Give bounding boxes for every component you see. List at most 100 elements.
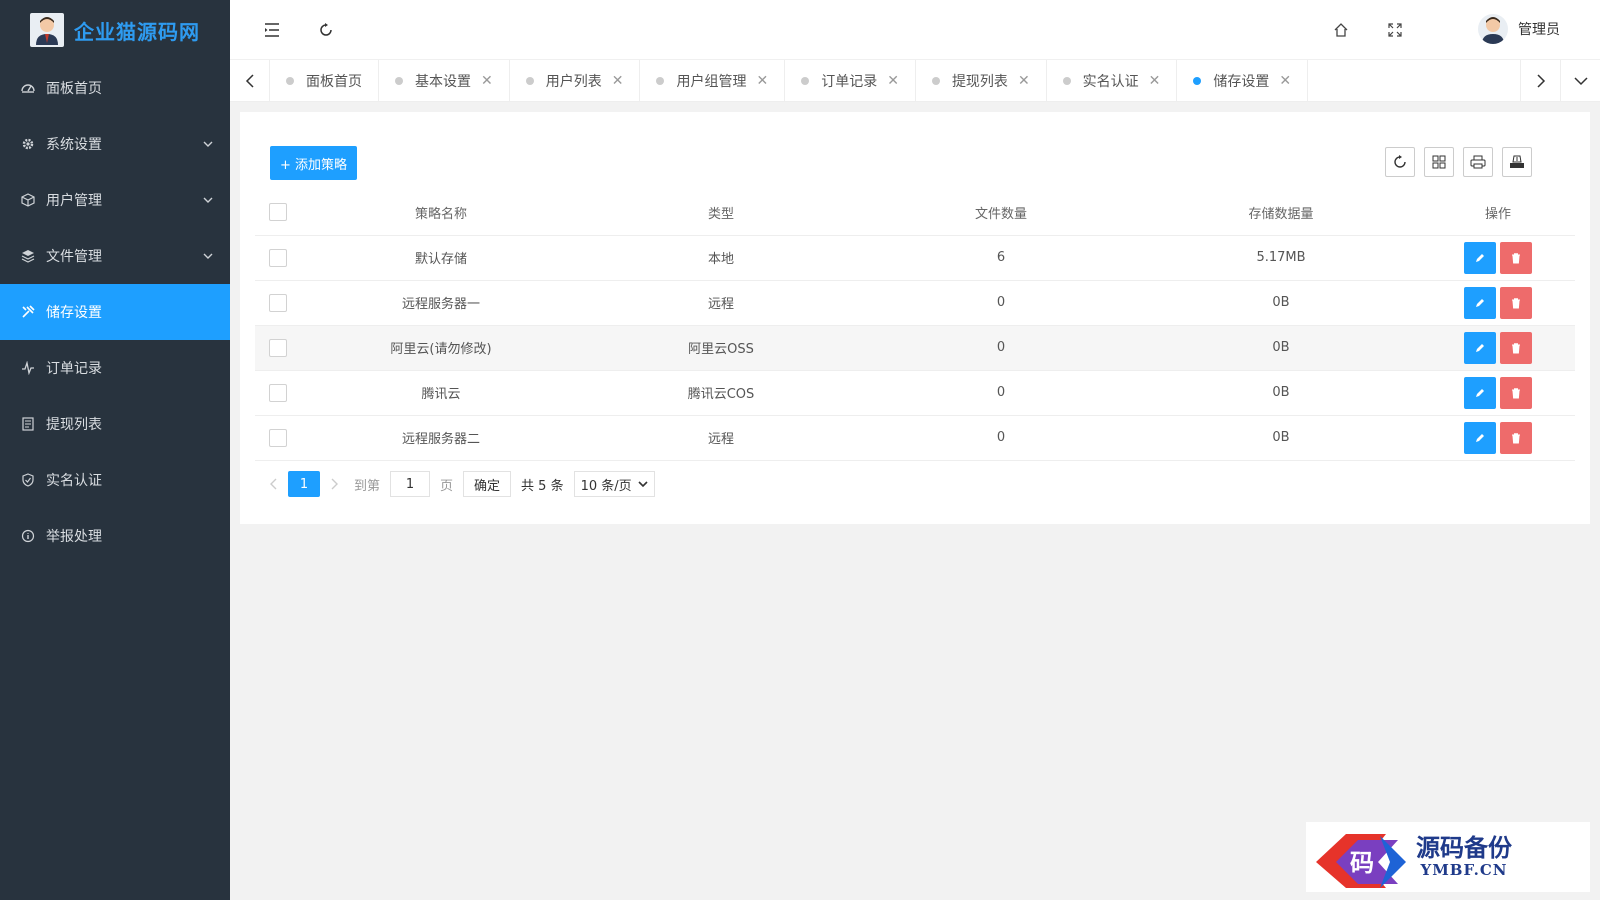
goto-page-input[interactable]: 1 bbox=[390, 471, 431, 497]
watermark-glyph: 码 bbox=[1350, 848, 1374, 877]
page-current[interactable]: 1 bbox=[288, 471, 320, 497]
sidebar-item-5[interactable]: 订单记录 bbox=[0, 340, 230, 396]
close-icon[interactable]: ✕ bbox=[887, 73, 899, 89]
row-checkbox[interactable] bbox=[269, 248, 287, 267]
pencil-icon bbox=[1476, 298, 1484, 307]
trash-icon bbox=[1512, 297, 1520, 308]
row-checkbox[interactable] bbox=[269, 293, 287, 312]
edit-button[interactable] bbox=[1464, 421, 1496, 454]
tab-3[interactable]: 用户组管理 ✕ bbox=[640, 60, 786, 102]
edit-button[interactable] bbox=[1464, 376, 1496, 409]
pencil-icon bbox=[1476, 343, 1484, 352]
page-size-select[interactable]: 10 条/页 bbox=[573, 471, 655, 497]
user-menu[interactable]: 管理员 bbox=[1478, 14, 1560, 44]
sidebar-item-3[interactable]: 文件管理 bbox=[0, 228, 230, 284]
list-doc-icon bbox=[20, 416, 36, 432]
tabs-next-button[interactable] bbox=[1520, 60, 1560, 102]
user-name: 管理员 bbox=[1518, 22, 1560, 38]
tab-label: 用户列表 bbox=[545, 74, 602, 90]
sidebar-item-label: 面板首页 bbox=[46, 81, 102, 97]
table-row[interactable]: 阿里云(请勿修改) 阿里云OSS 0 0B bbox=[255, 325, 1575, 371]
policy-name: 远程服务器二 bbox=[301, 415, 581, 461]
column-header[interactable]: 存储数据量 bbox=[1141, 190, 1421, 236]
total-count: 共 5 条 bbox=[521, 478, 564, 494]
close-icon[interactable]: ✕ bbox=[481, 73, 493, 89]
tab-label: 实名认证 bbox=[1082, 74, 1139, 90]
tabs-prev-button[interactable] bbox=[230, 60, 270, 102]
chevron-left-icon bbox=[245, 74, 254, 88]
tab-5[interactable]: 提现列表 ✕ bbox=[916, 60, 1047, 102]
print-button[interactable] bbox=[1463, 147, 1493, 177]
delete-button[interactable] bbox=[1500, 376, 1532, 409]
column-header[interactable]: 类型 bbox=[581, 190, 861, 236]
menu-toggle-icon[interactable] bbox=[260, 18, 284, 42]
chevron-down-icon bbox=[203, 253, 213, 259]
admin-avatar-icon bbox=[30, 13, 64, 47]
tab-2[interactable]: 用户列表 ✕ bbox=[510, 60, 641, 102]
tab-0[interactable]: 面板首页 bbox=[270, 60, 379, 102]
sidebar-item-2[interactable]: 用户管理 bbox=[0, 172, 230, 228]
chevron-down-icon bbox=[203, 141, 213, 147]
close-icon[interactable]: ✕ bbox=[612, 73, 624, 89]
page-next-icon[interactable] bbox=[330, 477, 340, 491]
export-button[interactable] bbox=[1502, 147, 1532, 177]
table-row[interactable]: 腾讯云 腾讯云COS 0 0B bbox=[255, 370, 1575, 416]
table-row[interactable]: 远程服务器二 远程 0 0B bbox=[255, 415, 1575, 461]
tab-label: 用户组管理 bbox=[676, 74, 747, 90]
close-icon[interactable]: ✕ bbox=[1279, 73, 1291, 89]
row-checkbox[interactable] bbox=[269, 428, 287, 447]
gear-icon bbox=[20, 136, 36, 152]
tab-1[interactable]: 基本设置 ✕ bbox=[379, 60, 510, 102]
brand-logo[interactable]: 企业猫源码网 bbox=[0, 0, 230, 60]
sidebar-item-6[interactable]: 提现列表 bbox=[0, 396, 230, 452]
column-header[interactable]: 文件数量 bbox=[861, 190, 1141, 236]
column-filter-button[interactable] bbox=[1424, 147, 1454, 177]
delete-button[interactable] bbox=[1500, 331, 1532, 364]
table-row[interactable]: 默认存储 本地 6 5.17MB bbox=[255, 235, 1575, 281]
close-icon[interactable]: ✕ bbox=[1018, 73, 1030, 89]
edit-button[interactable] bbox=[1464, 331, 1496, 364]
column-header[interactable]: 操作 bbox=[1421, 190, 1575, 236]
refresh-icon[interactable] bbox=[314, 18, 338, 42]
edit-button[interactable] bbox=[1464, 241, 1496, 274]
sidebar-item-7[interactable]: 实名认证 bbox=[0, 452, 230, 508]
fullscreen-icon[interactable] bbox=[1383, 18, 1407, 42]
trash-icon bbox=[1512, 432, 1520, 443]
delete-button[interactable] bbox=[1500, 421, 1532, 454]
storage-size: 0B bbox=[1141, 370, 1421, 416]
goto-label: 到第 bbox=[354, 478, 381, 494]
delete-button[interactable] bbox=[1500, 241, 1532, 274]
edit-button[interactable] bbox=[1464, 286, 1496, 319]
tab-4[interactable]: 订单记录 ✕ bbox=[785, 60, 916, 102]
watermark-logo: 码 源码备份 YMBF.CN bbox=[1306, 822, 1590, 892]
row-checkbox[interactable] bbox=[269, 338, 287, 357]
tab-7[interactable]: 储存设置 ✕ bbox=[1177, 60, 1309, 102]
table-refresh-button[interactable] bbox=[1385, 147, 1415, 177]
tabs-menu-button[interactable] bbox=[1560, 60, 1600, 102]
select-all-checkbox[interactable] bbox=[269, 203, 287, 222]
close-icon[interactable]: ✕ bbox=[756, 73, 768, 89]
content-card: + 添加策略 策略名称 类型 文件数量 存储数据量 操作 默认存储 本地 6 5.17MB 远程… bbox=[240, 112, 1590, 524]
sidebar-item-label: 订单记录 bbox=[46, 361, 102, 377]
home-icon[interactable] bbox=[1329, 18, 1353, 42]
sidebar-item-0[interactable]: 面板首页 bbox=[0, 60, 230, 116]
sidebar-item-4[interactable]: 储存设置 bbox=[0, 284, 230, 340]
table-row[interactable]: 远程服务器一 远程 0 0B bbox=[255, 280, 1575, 326]
sidebar-item-label: 系统设置 bbox=[46, 137, 102, 153]
goto-confirm-button[interactable]: 确定 bbox=[463, 471, 512, 497]
delete-button[interactable] bbox=[1500, 286, 1532, 319]
add-policy-button[interactable]: + 添加策略 bbox=[270, 146, 358, 180]
sidebar-item-1[interactable]: 系统设置 bbox=[0, 116, 230, 172]
tab-dot bbox=[286, 77, 294, 85]
tab-list: 面板首页 基本设置 ✕ 用户列表 ✕ 用户组管理 ✕ 订单记录 ✕ 提现列表 ✕ 实名认证 ✕ 储存设置 ✕ bbox=[270, 60, 1520, 102]
policy-type: 腾讯云COS bbox=[581, 370, 861, 416]
row-checkbox[interactable] bbox=[269, 383, 287, 402]
trash-icon bbox=[1512, 252, 1520, 263]
tab-6[interactable]: 实名认证 ✕ bbox=[1047, 60, 1178, 102]
row-select-cell bbox=[255, 325, 301, 371]
close-icon[interactable]: ✕ bbox=[1149, 73, 1161, 89]
column-header[interactable]: 策略名称 bbox=[301, 190, 581, 236]
page-prev-icon[interactable] bbox=[268, 477, 278, 491]
sidebar-item-8[interactable]: 举报处理 bbox=[0, 508, 230, 564]
sidebar-item-label: 提现列表 bbox=[46, 417, 102, 433]
